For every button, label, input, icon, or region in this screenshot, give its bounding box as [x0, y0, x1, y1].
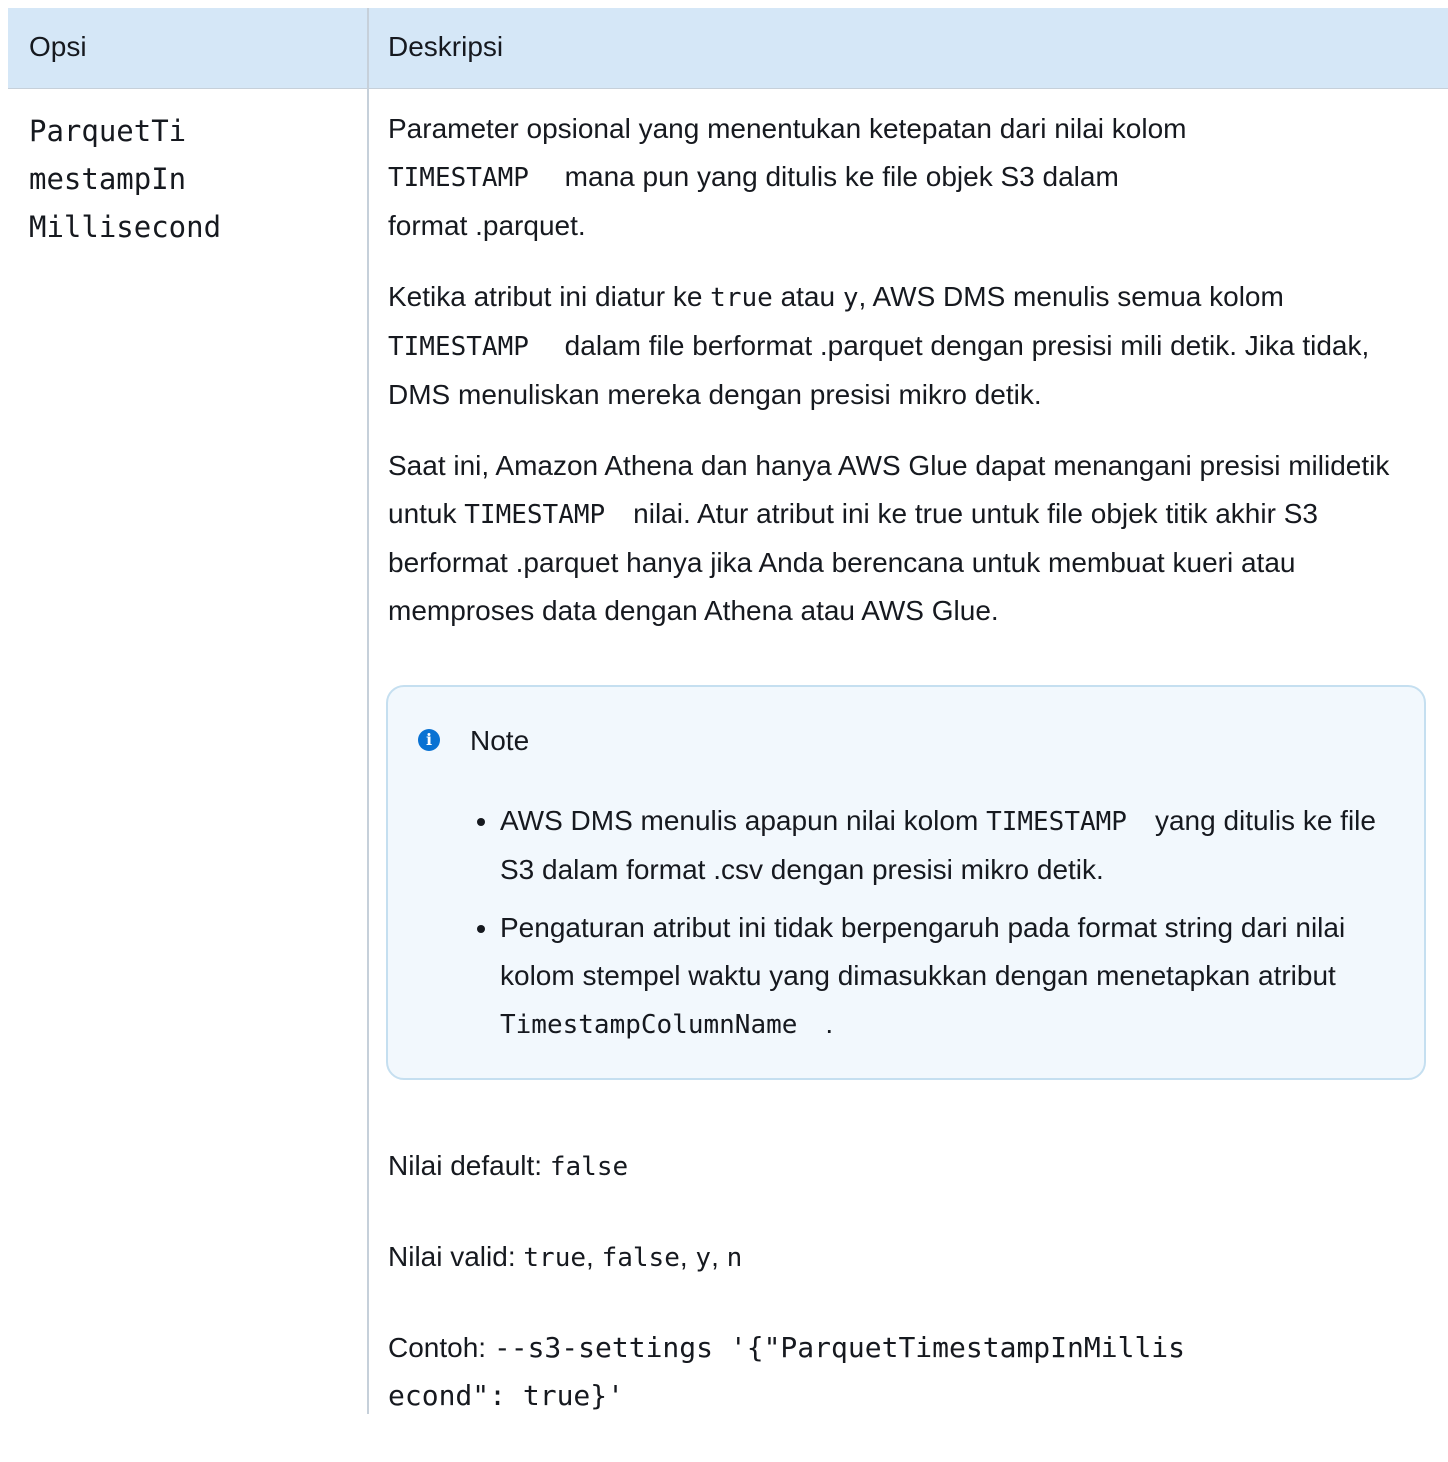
- info-icon: i: [418, 729, 440, 751]
- separator: ,: [679, 1241, 696, 1272]
- note-list: AWS DMS menulis apapun nilai kolom TIMES…: [466, 797, 1400, 1059]
- label: Nilai default:: [388, 1150, 550, 1181]
- inline-code: TIMESTAMP: [388, 163, 529, 193]
- text: AWS DMS menulis apapun nilai kolom: [500, 805, 987, 836]
- label: Contoh:: [388, 1332, 494, 1363]
- inline-code: y: [695, 1243, 712, 1273]
- text: Parameter opsional yang menentukan ketep…: [388, 113, 1187, 144]
- description-paragraph: Parameter opsional yang menentukan ketep…: [388, 105, 1433, 250]
- header-description: Deskripsi: [388, 31, 504, 62]
- default-value-line: Nilai default: false: [388, 1142, 1433, 1191]
- description-paragraph: Saat ini, Amazon Athena dan hanya AWS Gl…: [388, 442, 1433, 635]
- note-title: Note: [470, 725, 530, 756]
- example-code: econd": true}': [388, 1379, 625, 1412]
- header-divider: [8, 88, 1448, 89]
- valid-values-line: Nilai valid: true, false, y, n: [388, 1233, 1433, 1282]
- description-cell: Parameter opsional yang menentukan ketep…: [388, 105, 1433, 658]
- example-code: --s3-settings '{"ParquetTimestampInMilli…: [493, 1331, 1186, 1364]
- example-line: Contoh: --s3-settings '{"ParquetTimestam…: [388, 1324, 1433, 1420]
- inline-code: true: [523, 1243, 587, 1273]
- inline-code: TIMESTAMP: [388, 332, 529, 362]
- inline-code: false: [549, 1152, 629, 1182]
- option-name-line: Millisecond: [29, 210, 222, 244]
- label: Nilai valid:: [388, 1241, 524, 1272]
- inline-code: n: [726, 1243, 743, 1273]
- table-header: [8, 8, 1448, 88]
- inline-code: y: [842, 283, 859, 313]
- text: Pengaturan atribut ini tidak berpengaruh…: [500, 912, 1346, 991]
- list-item: AWS DMS menulis apapun nilai kolom TIMES…: [500, 797, 1400, 894]
- separator: ,: [711, 1241, 727, 1272]
- inline-code: false: [601, 1243, 680, 1273]
- option-name-line: mestampIn: [29, 162, 187, 196]
- option-name: ParquetTi mestampIn Millisecond: [29, 107, 349, 251]
- text: atau: [772, 281, 843, 312]
- text: mana pun yang ditulis ke file objek S3 d…: [564, 161, 1119, 192]
- inline-code: TimestampColumnName: [500, 1010, 798, 1040]
- note-callout: i Note AWS DMS menulis apapun nilai kolo…: [386, 685, 1426, 1080]
- text: Ketika atribut ini diatur ke: [388, 281, 711, 312]
- inline-code: true: [710, 283, 773, 313]
- inline-code: TIMESTAMP: [986, 807, 1127, 837]
- separator: ,: [586, 1241, 602, 1272]
- inline-code: TIMESTAMP: [464, 500, 606, 530]
- column-divider: [367, 8, 369, 1414]
- text: , AWS DMS menulis semua kolom: [858, 281, 1284, 312]
- text: format .parquet.: [388, 210, 586, 241]
- documentation-table: Opsi Deskripsi ParquetTi mestampIn Milli…: [0, 0, 1448, 1414]
- description-paragraph: Ketika atribut ini diatur ke true atau y…: [388, 273, 1433, 419]
- text: .: [825, 1008, 834, 1039]
- header-option: Opsi: [29, 31, 87, 62]
- list-item: Pengaturan atribut ini tidak berpengaruh…: [500, 904, 1400, 1049]
- defaults-section: Nilai default: false Nilai valid: true, …: [388, 1142, 1433, 1462]
- option-name-line: ParquetTi: [29, 114, 187, 148]
